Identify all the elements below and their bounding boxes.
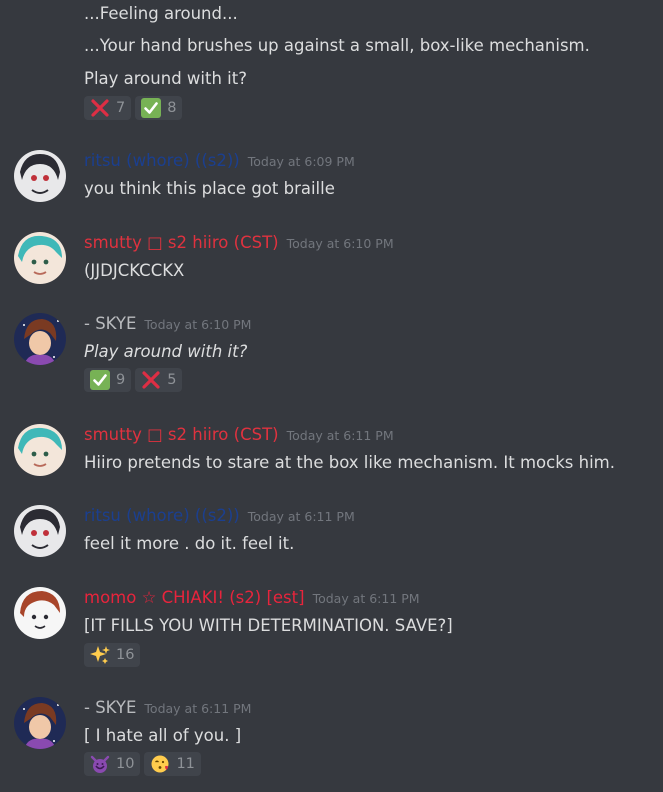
reaction-sparkles[interactable]: 16: [84, 643, 141, 667]
message-header: momo ☆ CHIAKI! (s2) [est] Today at 6:11 P…: [84, 588, 420, 607]
message-line: ...Feeling around...: [84, 4, 238, 23]
avatar-image: [14, 587, 66, 639]
message-content: Hiiro pretends to stare at the box like …: [84, 453, 615, 472]
username[interactable]: - SKYE: [84, 698, 136, 717]
avatar[interactable]: [14, 424, 66, 476]
reaction-count: 9: [116, 372, 126, 388]
timestamp[interactable]: Today at 6:11 PM: [144, 701, 251, 716]
message-content: (JJDJCKCCKX: [84, 261, 185, 280]
avatar[interactable]: [14, 697, 66, 749]
reactions-bar: 7 8: [84, 96, 183, 120]
reaction-count: 10: [116, 756, 135, 772]
reaction-kissing-heart[interactable]: 11: [144, 752, 201, 776]
chat-log: ...Feeling around... ...Your hand brushe…: [0, 0, 663, 792]
timestamp[interactable]: Today at 6:10 PM: [287, 236, 394, 251]
cross-mark-icon: [142, 371, 160, 389]
avatar-image: [14, 313, 66, 365]
timestamp[interactable]: Today at 6:10 PM: [144, 317, 251, 332]
username[interactable]: momo ☆ CHIAKI! (s2) [est]: [84, 588, 305, 607]
reaction-count: 8: [167, 100, 177, 116]
username[interactable]: - SKYE: [84, 314, 136, 333]
timestamp[interactable]: Today at 6:11 PM: [313, 591, 420, 606]
reaction-count: 16: [116, 647, 135, 663]
avatar[interactable]: [14, 150, 66, 202]
reactions-bar: 16: [84, 643, 141, 667]
avatar[interactable]: [14, 232, 66, 284]
avatar-image: [14, 232, 66, 284]
message-header: ritsu (whore) ((s2)) Today at 6:09 PM: [84, 151, 355, 170]
message-header: ritsu (whore) ((s2)) Today at 6:11 PM: [84, 506, 355, 525]
sparkles-icon: [90, 646, 110, 664]
message-content: feel it more . do it. feel it.: [84, 534, 295, 553]
reaction-cross-mark[interactable]: 7: [84, 96, 132, 120]
reactions-bar: 10 11: [84, 752, 201, 776]
message-header: - SKYE Today at 6:11 PM: [84, 698, 251, 717]
reaction-smiling-imp[interactable]: 10: [84, 752, 141, 776]
reaction-check-mark[interactable]: 8: [135, 96, 183, 120]
message-line: Play around with it?: [84, 69, 247, 88]
reaction-count: 5: [167, 372, 177, 388]
avatar[interactable]: [14, 587, 66, 639]
avatar-image: [14, 697, 66, 749]
reactions-bar: 9 5: [84, 368, 183, 392]
message-content: Play around with it?: [84, 342, 248, 361]
message-content: [ I hate all of you. ]: [84, 726, 242, 745]
username[interactable]: smutty □ s2 hiiro (CST): [84, 233, 279, 252]
check-mark-icon: [90, 370, 110, 390]
cross-mark-icon: [91, 99, 109, 117]
message-header: smutty □ s2 hiiro (CST) Today at 6:11 PM: [84, 425, 394, 444]
smiling-imp-icon: [90, 755, 110, 773]
avatar[interactable]: [14, 505, 66, 557]
reaction-check-mark[interactable]: 9: [84, 368, 132, 392]
message-header: smutty □ s2 hiiro (CST) Today at 6:10 PM: [84, 233, 394, 252]
username[interactable]: smutty □ s2 hiiro (CST): [84, 425, 279, 444]
username[interactable]: ritsu (whore) ((s2)): [84, 506, 240, 525]
message-line: ...Your hand brushes up against a small,…: [84, 36, 590, 55]
reaction-count: 11: [176, 756, 195, 772]
message-content: you think this place got braille: [84, 179, 335, 198]
message-header: - SKYE Today at 6:10 PM: [84, 314, 251, 333]
avatar-image: [14, 424, 66, 476]
avatar[interactable]: [14, 313, 66, 365]
kissing-heart-icon: [151, 755, 169, 773]
username[interactable]: ritsu (whore) ((s2)): [84, 151, 240, 170]
reaction-count: 7: [116, 100, 126, 116]
check-mark-icon: [141, 98, 162, 118]
timestamp[interactable]: Today at 6:09 PM: [248, 154, 355, 169]
message-content: [IT FILLS YOU WITH DETERMINATION. SAVE?]: [84, 616, 453, 635]
avatar-image: [14, 505, 66, 557]
timestamp[interactable]: Today at 6:11 PM: [287, 428, 394, 443]
avatar-image: [14, 150, 66, 202]
reaction-cross-mark[interactable]: 5: [135, 368, 183, 392]
timestamp[interactable]: Today at 6:11 PM: [248, 509, 355, 524]
